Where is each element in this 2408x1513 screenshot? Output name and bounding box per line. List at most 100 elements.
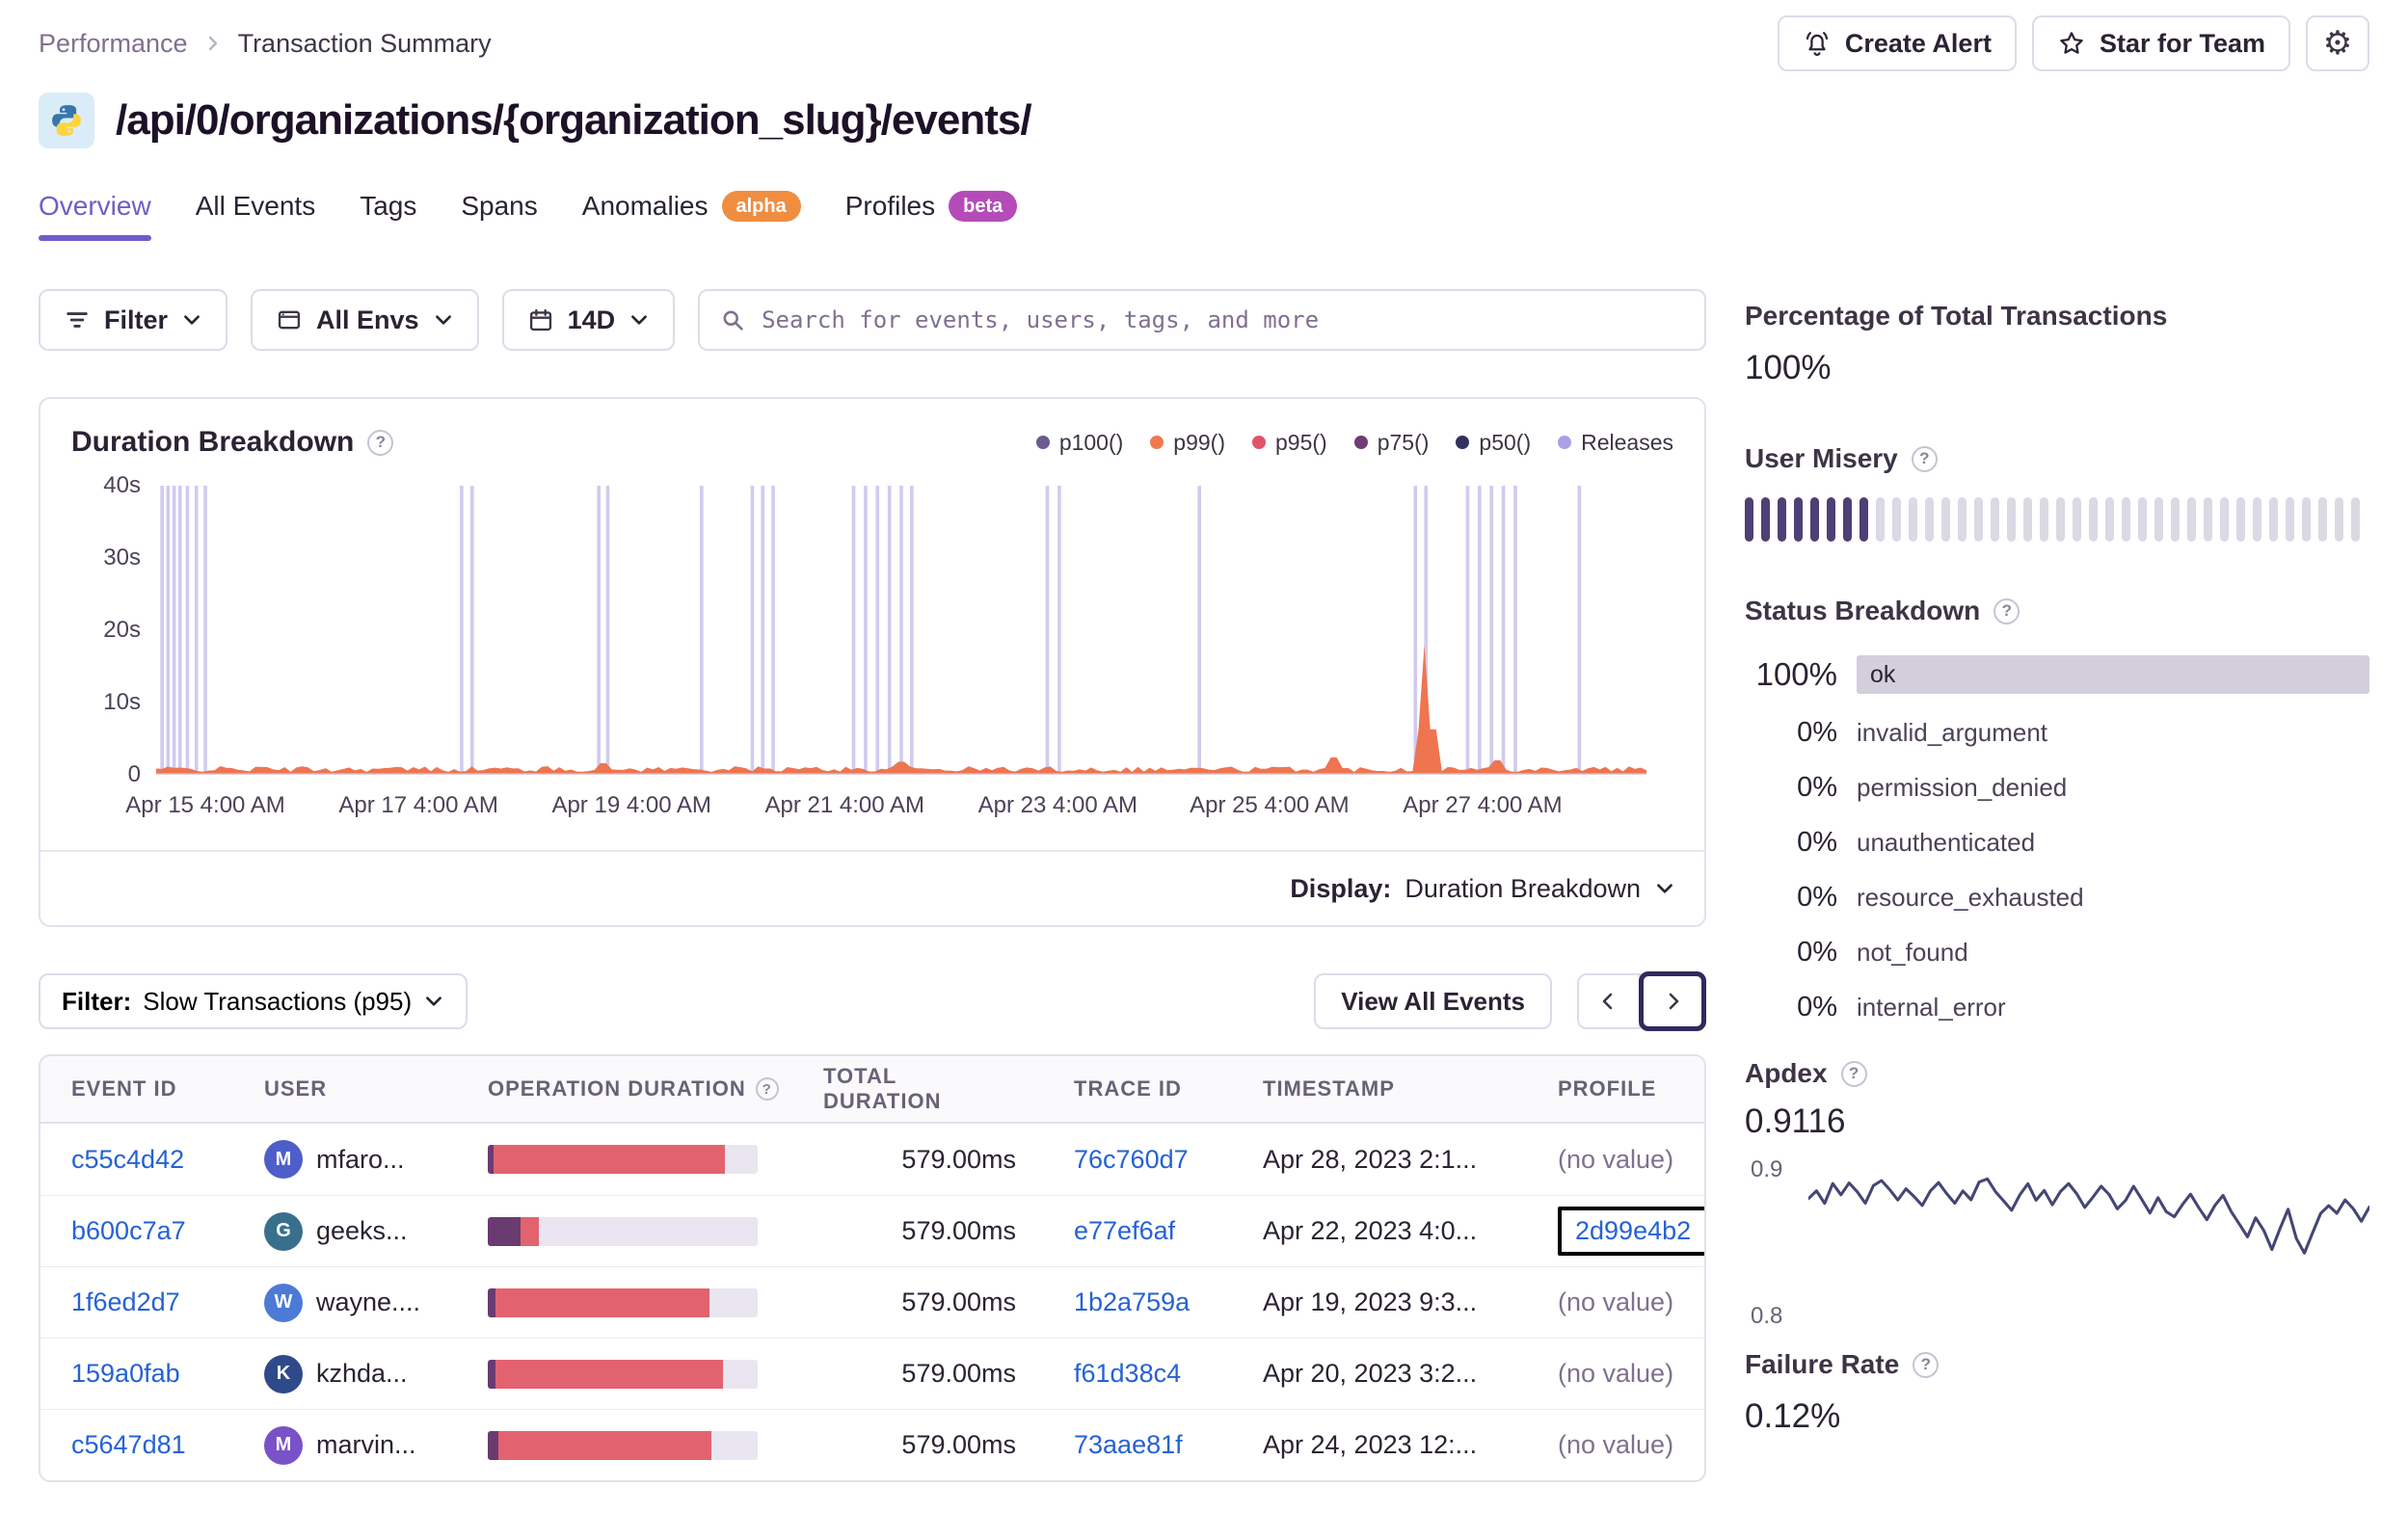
tab-label: Tags	[360, 191, 417, 221]
duration-chart: 40s 30s 20s 10s 0	[40, 459, 1704, 787]
misery-bar-segment	[1794, 497, 1803, 542]
legend-item[interactable]: p95()	[1252, 430, 1327, 456]
status-name: internal_error	[1857, 993, 2006, 1022]
status-percent: 0%	[1797, 772, 1837, 803]
x-tick-label: Apr 15 4:00 AM	[125, 792, 285, 818]
status-percent: 0%	[1797, 717, 1837, 748]
status-ok-bar: ok	[1857, 655, 2369, 694]
legend-label: p95()	[1275, 429, 1327, 455]
apdex-y-bottom-label: 0.8	[1751, 1303, 1783, 1329]
tab-profiles[interactable]: Profiles beta	[845, 191, 1018, 241]
transactions-filter-dropdown[interactable]: Filter: Slow Transactions (p95)	[39, 973, 468, 1029]
misery-bar-segment	[1974, 497, 1983, 542]
status-name: invalid_argument	[1857, 718, 2048, 747]
tab-anomalies[interactable]: Anomalies alpha	[582, 191, 801, 241]
failure-rate-value: 0.12%	[1745, 1397, 1841, 1435]
y-tick-label: 20s	[103, 617, 141, 643]
x-tick-label: Apr 25 4:00 AM	[1190, 792, 1350, 818]
user-name: mfaro...	[316, 1144, 405, 1174]
previous-page-button[interactable]	[1577, 973, 1641, 1029]
legend-dot	[1456, 436, 1470, 449]
column-header-user: USER	[264, 1076, 328, 1101]
misery-bar-segment	[2269, 497, 2278, 542]
next-page-button[interactable]	[1639, 971, 1706, 1031]
event-id-link[interactable]: 159a0fab	[71, 1359, 180, 1388]
status-row: 0% unauthenticated	[1745, 827, 2369, 859]
avatar: K	[264, 1354, 303, 1394]
chevron-down-icon[interactable]	[1654, 878, 1675, 899]
legend-item[interactable]: p50()	[1456, 430, 1531, 456]
apdex-sparkline-svg	[1808, 1177, 2369, 1255]
table-row: 159a0fab Kkzhda... 579.00ms f61d38c4 Apr 20,…	[40, 1338, 1704, 1409]
settings-button[interactable]: ⚙	[2306, 15, 2369, 71]
x-tick-label: Apr 19 4:00 AM	[551, 792, 711, 818]
tab-label: Anomalies	[581, 191, 709, 221]
total-duration-cell: 579.00ms	[901, 1144, 1016, 1174]
create-alert-label: Create Alert	[1844, 28, 1992, 58]
misery-bar-segment	[1958, 497, 1967, 542]
legend-item[interactable]: Releases	[1558, 430, 1673, 456]
avatar: M	[264, 1425, 303, 1465]
help-icon[interactable]	[755, 1077, 779, 1101]
chart-plot-area[interactable]	[156, 486, 1646, 775]
display-value[interactable]: Duration Breakdown	[1405, 874, 1641, 904]
tab-overview[interactable]: Overview	[39, 191, 151, 241]
legend-item[interactable]: p100()	[1035, 430, 1123, 456]
search-input[interactable]	[762, 306, 1685, 333]
breadcrumb-performance[interactable]: Performance	[39, 29, 188, 59]
operation-duration-cell	[488, 1287, 823, 1317]
tab-label: Spans	[461, 191, 538, 221]
star-for-team-button[interactable]: Star for Team	[2031, 15, 2290, 71]
event-id-link[interactable]: b600c7a7	[71, 1216, 186, 1245]
chevron-left-icon	[1602, 993, 1613, 1010]
legend-item[interactable]: p75()	[1353, 430, 1429, 456]
profile-link[interactable]: 2d99e4b2	[1575, 1216, 1691, 1245]
help-icon[interactable]	[367, 429, 394, 456]
tab-label: Overview	[39, 191, 151, 221]
misery-bar-segment	[2089, 497, 2098, 542]
event-id-cell: b600c7a7	[71, 1216, 264, 1246]
trace-id-cell: 76c760d7	[1074, 1145, 1263, 1175]
environment-label: All Envs	[316, 305, 419, 334]
legend-item[interactable]: p99()	[1150, 430, 1225, 456]
filter-dropdown[interactable]: Filter	[39, 289, 228, 351]
misery-bar-segment	[1876, 497, 1885, 542]
event-id-link[interactable]: c55c4d42	[71, 1145, 184, 1174]
environment-dropdown[interactable]: All Envs	[251, 289, 479, 351]
create-alert-button[interactable]: Create Alert	[1777, 15, 2017, 71]
event-id-link[interactable]: 1f6ed2d7	[71, 1287, 180, 1316]
help-icon[interactable]	[1993, 597, 2020, 624]
tab-spans[interactable]: Spans	[461, 191, 537, 241]
legend-dot	[1252, 436, 1266, 449]
misery-bar-segment	[1843, 497, 1852, 542]
trace-id-link[interactable]: 1b2a759a	[1074, 1287, 1190, 1316]
status-breakdown-list: 100% ok 0% invalid_argument 0% permission_den…	[1745, 655, 2369, 1023]
chart-y-axis: 40s 30s 20s 10s 0	[40, 472, 156, 787]
misery-bar-segment	[2073, 497, 2081, 542]
misery-bar-segment	[1941, 497, 1950, 542]
tab-all-events[interactable]: All Events	[196, 191, 316, 241]
chevron-right-icon	[208, 36, 217, 51]
operation-duration-cell	[488, 1430, 823, 1460]
trace-id-link[interactable]: 76c760d7	[1074, 1145, 1189, 1174]
avatar: W	[264, 1283, 303, 1322]
help-icon[interactable]	[1911, 445, 1938, 472]
timestamp-cell: Apr 19, 2023 9:3...	[1263, 1287, 1478, 1316]
misery-bar-segment	[2286, 497, 2294, 542]
column-header-total-duration: TOTAL DURATION	[823, 1064, 942, 1113]
pct-total-value: 100%	[1745, 349, 1832, 386]
misery-bar-segment	[2040, 497, 2048, 542]
x-tick-label: Apr 23 4:00 AM	[977, 792, 1138, 818]
event-id-link[interactable]: c5647d81	[71, 1430, 186, 1459]
misery-bar-segment	[2154, 497, 2163, 542]
avatar: G	[264, 1211, 303, 1251]
trace-id-link[interactable]: 73aae81f	[1074, 1430, 1183, 1459]
tab-tags[interactable]: Tags	[360, 191, 416, 241]
trace-id-link[interactable]: e77ef6af	[1074, 1216, 1175, 1245]
help-icon[interactable]	[1913, 1351, 1940, 1378]
events-table-header: EVENT ID USER OPERATION DURATION TOTAL D…	[40, 1056, 1704, 1124]
view-all-events-button[interactable]: View All Events	[1314, 973, 1552, 1029]
date-range-dropdown[interactable]: 14D	[501, 289, 676, 351]
trace-id-link[interactable]: f61d38c4	[1074, 1359, 1181, 1388]
help-icon[interactable]	[1840, 1060, 1867, 1087]
